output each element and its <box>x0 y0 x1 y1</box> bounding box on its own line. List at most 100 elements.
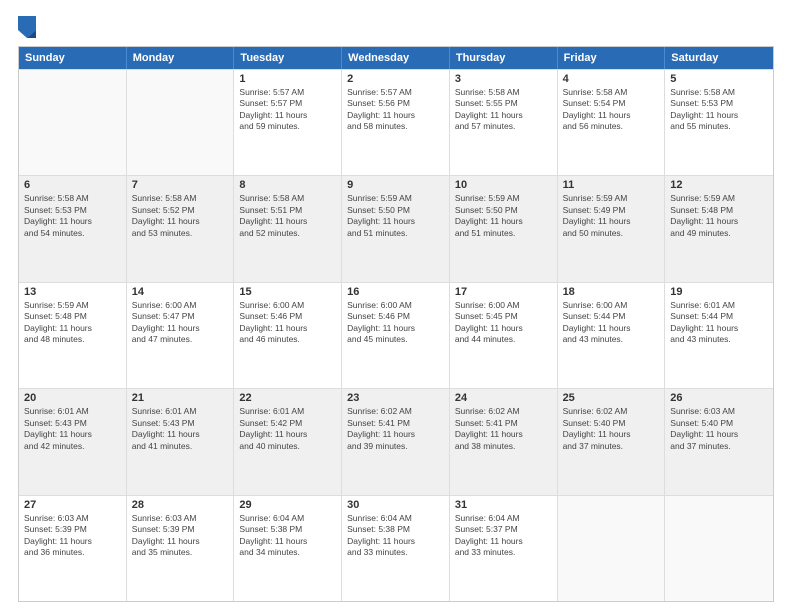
empty-cell <box>665 496 773 601</box>
cell-line: Sunrise: 6:02 AM <box>455 406 552 417</box>
day-number: 8 <box>239 179 336 191</box>
day-number: 29 <box>239 499 336 511</box>
day-number: 16 <box>347 286 444 298</box>
cell-line: Daylight: 11 hours <box>455 536 552 547</box>
cell-line: Daylight: 11 hours <box>239 216 336 227</box>
cell-line: Sunset: 5:54 PM <box>563 98 660 109</box>
cell-line: and 51 minutes. <box>455 228 552 239</box>
cell-line: Sunset: 5:40 PM <box>563 418 660 429</box>
cell-line: and 47 minutes. <box>132 334 229 345</box>
day-cell-9: 9Sunrise: 5:59 AMSunset: 5:50 PMDaylight… <box>342 176 450 281</box>
cell-line: Sunset: 5:53 PM <box>24 205 121 216</box>
header-cell-wednesday: Wednesday <box>342 47 450 69</box>
day-cell-25: 25Sunrise: 6:02 AMSunset: 5:40 PMDayligh… <box>558 389 666 494</box>
cell-line: Daylight: 11 hours <box>132 323 229 334</box>
day-number: 9 <box>347 179 444 191</box>
day-cell-7: 7Sunrise: 5:58 AMSunset: 5:52 PMDaylight… <box>127 176 235 281</box>
day-number: 22 <box>239 392 336 404</box>
cell-line: Sunset: 5:40 PM <box>670 418 768 429</box>
day-cell-6: 6Sunrise: 5:58 AMSunset: 5:53 PMDaylight… <box>19 176 127 281</box>
day-number: 3 <box>455 73 552 85</box>
cell-line: Daylight: 11 hours <box>455 429 552 440</box>
cell-line: Sunrise: 5:59 AM <box>670 193 768 204</box>
cell-line: and 37 minutes. <box>670 441 768 452</box>
cell-line: Sunset: 5:51 PM <box>239 205 336 216</box>
cell-line: Daylight: 11 hours <box>239 110 336 121</box>
cell-line: and 34 minutes. <box>239 547 336 558</box>
day-cell-4: 4Sunrise: 5:58 AMSunset: 5:54 PMDaylight… <box>558 70 666 175</box>
cell-line: Sunset: 5:46 PM <box>347 311 444 322</box>
cell-line: Daylight: 11 hours <box>24 323 121 334</box>
cell-line: Sunset: 5:45 PM <box>455 311 552 322</box>
cell-line: and 41 minutes. <box>132 441 229 452</box>
day-cell-18: 18Sunrise: 6:00 AMSunset: 5:44 PMDayligh… <box>558 283 666 388</box>
cell-line: Daylight: 11 hours <box>24 216 121 227</box>
cell-line: Sunset: 5:41 PM <box>347 418 444 429</box>
cell-line: Sunrise: 5:58 AM <box>670 87 768 98</box>
day-cell-22: 22Sunrise: 6:01 AMSunset: 5:42 PMDayligh… <box>234 389 342 494</box>
cell-line: Sunset: 5:46 PM <box>239 311 336 322</box>
cell-line: and 51 minutes. <box>347 228 444 239</box>
cell-line: Sunrise: 6:00 AM <box>347 300 444 311</box>
cell-line: Daylight: 11 hours <box>347 536 444 547</box>
cell-line: Sunrise: 6:03 AM <box>132 513 229 524</box>
day-number: 28 <box>132 499 229 511</box>
cell-line: Sunrise: 5:57 AM <box>347 87 444 98</box>
header-cell-sunday: Sunday <box>19 47 127 69</box>
cell-line: Daylight: 11 hours <box>563 110 660 121</box>
cell-line: and 45 minutes. <box>347 334 444 345</box>
day-number: 17 <box>455 286 552 298</box>
calendar-week-3: 13Sunrise: 5:59 AMSunset: 5:48 PMDayligh… <box>19 282 773 388</box>
cell-line: and 59 minutes. <box>239 121 336 132</box>
cell-line: Daylight: 11 hours <box>347 429 444 440</box>
cell-line: Sunrise: 6:00 AM <box>132 300 229 311</box>
cell-line: Daylight: 11 hours <box>670 216 768 227</box>
cell-line: Sunrise: 5:58 AM <box>132 193 229 204</box>
day-cell-12: 12Sunrise: 5:59 AMSunset: 5:48 PMDayligh… <box>665 176 773 281</box>
day-number: 20 <box>24 392 121 404</box>
cell-line: Sunrise: 6:04 AM <box>455 513 552 524</box>
header-cell-monday: Monday <box>127 47 235 69</box>
cell-line: Sunset: 5:48 PM <box>670 205 768 216</box>
cell-line: and 56 minutes. <box>563 121 660 132</box>
cell-line: Daylight: 11 hours <box>24 536 121 547</box>
cell-line: and 46 minutes. <box>239 334 336 345</box>
cell-line: Sunrise: 5:58 AM <box>239 193 336 204</box>
cell-line: Sunrise: 6:00 AM <box>455 300 552 311</box>
cell-line: Daylight: 11 hours <box>347 110 444 121</box>
cell-line: and 54 minutes. <box>24 228 121 239</box>
cell-line: Sunset: 5:55 PM <box>455 98 552 109</box>
cell-line: and 40 minutes. <box>239 441 336 452</box>
day-cell-2: 2Sunrise: 5:57 AMSunset: 5:56 PMDaylight… <box>342 70 450 175</box>
day-cell-30: 30Sunrise: 6:04 AMSunset: 5:38 PMDayligh… <box>342 496 450 601</box>
cell-line: Sunrise: 5:58 AM <box>563 87 660 98</box>
cell-line: Sunrise: 6:02 AM <box>563 406 660 417</box>
day-number: 6 <box>24 179 121 191</box>
day-number: 18 <box>563 286 660 298</box>
calendar: SundayMondayTuesdayWednesdayThursdayFrid… <box>18 46 774 602</box>
cell-line: and 44 minutes. <box>455 334 552 345</box>
day-cell-17: 17Sunrise: 6:00 AMSunset: 5:45 PMDayligh… <box>450 283 558 388</box>
cell-line: Sunset: 5:49 PM <box>563 205 660 216</box>
cell-line: Sunrise: 6:01 AM <box>24 406 121 417</box>
cell-line: Sunrise: 5:59 AM <box>347 193 444 204</box>
cell-line: Daylight: 11 hours <box>239 536 336 547</box>
cell-line: Sunset: 5:48 PM <box>24 311 121 322</box>
day-cell-8: 8 Sunrise: 5:58 AMSunset: 5:51 PMDaylight… <box>234 176 342 281</box>
cell-line: and 48 minutes. <box>24 334 121 345</box>
cell-line: Daylight: 11 hours <box>670 323 768 334</box>
day-cell-19: 19Sunrise: 6:01 AMSunset: 5:44 PMDayligh… <box>665 283 773 388</box>
day-number: 15 <box>239 286 336 298</box>
day-cell-14: 14Sunrise: 6:00 AMSunset: 5:47 PMDayligh… <box>127 283 235 388</box>
day-cell-23: 23Sunrise: 6:02 AMSunset: 5:41 PMDayligh… <box>342 389 450 494</box>
day-cell-20: 20Sunrise: 6:01 AMSunset: 5:43 PMDayligh… <box>19 389 127 494</box>
day-number: 19 <box>670 286 768 298</box>
cell-line: Daylight: 11 hours <box>455 110 552 121</box>
day-cell-26: 26Sunrise: 6:03 AMSunset: 5:40 PMDayligh… <box>665 389 773 494</box>
cell-line: Daylight: 11 hours <box>670 429 768 440</box>
cell-line: Sunrise: 6:04 AM <box>239 513 336 524</box>
day-number: 27 <box>24 499 121 511</box>
day-cell-1: 1Sunrise: 5:57 AMSunset: 5:57 PMDaylight… <box>234 70 342 175</box>
day-cell-3: 3Sunrise: 5:58 AMSunset: 5:55 PMDaylight… <box>450 70 558 175</box>
cell-line: and 58 minutes. <box>347 121 444 132</box>
